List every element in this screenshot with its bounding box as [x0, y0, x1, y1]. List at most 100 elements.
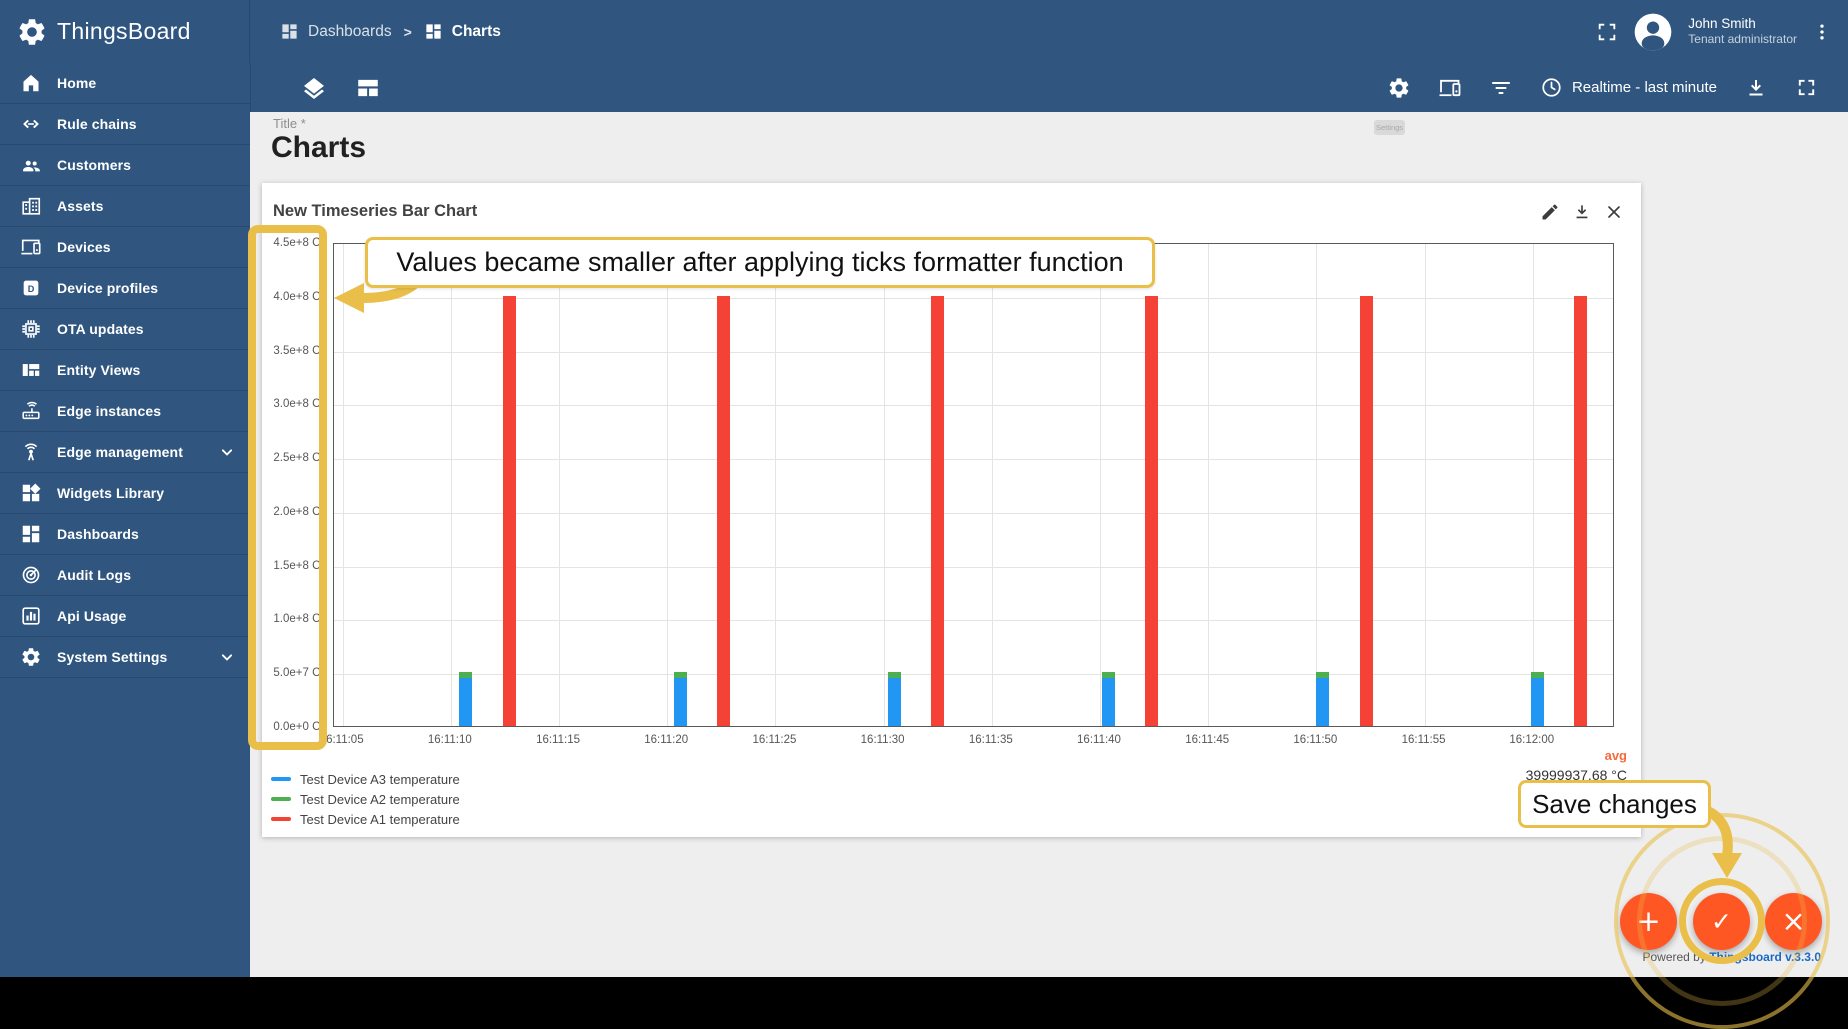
legend-color-dash: [271, 777, 291, 781]
sidebar-item-system-settings[interactable]: System Settings: [0, 637, 250, 678]
x-tick-label: 16:11:40: [1077, 734, 1121, 746]
bar: [931, 295, 945, 726]
sidebar-item-edge-management[interactable]: Edge management: [0, 432, 250, 473]
entity-views-icon: [20, 359, 42, 381]
manage-states-icon[interactable]: [1438, 76, 1462, 100]
x-tick-label: 16:12:00: [1509, 734, 1555, 746]
widget-download-icon[interactable]: [1572, 202, 1592, 222]
layers-icon[interactable]: [301, 75, 327, 101]
apply-changes-button[interactable]: ✓: [1693, 893, 1750, 950]
legend-label: Test Device A3 temperature: [300, 771, 460, 787]
timewindow-button[interactable]: Realtime - last minute: [1540, 76, 1717, 99]
thingsboard-version-link[interactable]: Thingsboard v.3.3.0: [1709, 950, 1821, 964]
plot-area: [333, 243, 1614, 727]
legend-item[interactable]: Test Device A3 temperature: [271, 769, 460, 789]
breadcrumb-charts[interactable]: Charts: [424, 22, 501, 41]
sidebar-item-ota-updates[interactable]: OTA updates: [0, 309, 250, 350]
sidebar-item-customers[interactable]: Customers: [0, 145, 250, 186]
sidebar-item-dashboards[interactable]: Dashboards: [0, 514, 250, 555]
user-info[interactable]: John Smith Tenant administrator: [1688, 15, 1797, 48]
powered-by-text: Powered by: [1642, 950, 1706, 964]
legend-item[interactable]: Test Device A1 temperature: [271, 809, 460, 829]
y-gridline: [334, 297, 1613, 299]
audit-logs-icon: [20, 564, 42, 586]
breadcrumb-dashboards[interactable]: Dashboards: [280, 22, 392, 41]
bar: [1102, 677, 1116, 726]
sidebar-item-edge-instances[interactable]: Edge instances: [0, 391, 250, 432]
kebab-menu-icon[interactable]: [1812, 22, 1832, 42]
export-download-icon[interactable]: [1744, 76, 1768, 100]
x-tick-label: 16:11:15: [536, 734, 580, 746]
x-tick-label: 16:11:30: [860, 734, 905, 746]
sidebar-item-widgets-library[interactable]: Widgets Library: [0, 473, 250, 514]
aggregation-block: avg 39999937.68 °C: [1526, 748, 1627, 783]
bar: [1573, 295, 1587, 726]
legend-label: Test Device A1 temperature: [300, 811, 460, 827]
y-gridline: [334, 405, 1613, 407]
x-gridline: [559, 244, 561, 726]
yaxis-highlight-box: [248, 225, 327, 750]
ota-updates-icon: [20, 318, 42, 340]
x-gridline: [450, 244, 452, 726]
widgets-library-icon: [20, 482, 42, 504]
thingsboard-logo-icon: [16, 16, 48, 48]
timewindow-label: Realtime - last minute: [1571, 79, 1717, 96]
dashboard-layout-icon[interactable]: [355, 75, 381, 101]
sidebar-item-assets[interactable]: Assets: [0, 186, 250, 227]
thingsboard-logo[interactable]: ThingsBoard: [0, 0, 250, 63]
sidebar-item-device-profiles[interactable]: D Device profiles: [0, 268, 250, 309]
dashboard-settings-gear-icon[interactable]: [1387, 76, 1411, 100]
svg-text:D: D: [28, 284, 35, 294]
widget-close-icon[interactable]: [1604, 202, 1624, 222]
sidebar-item-api-usage[interactable]: Api Usage: [0, 596, 250, 637]
fullscreen-icon[interactable]: [1596, 21, 1618, 43]
devices-icon: [20, 236, 42, 258]
y-gridline: [334, 620, 1613, 622]
discard-changes-button[interactable]: ×: [1765, 893, 1822, 950]
add-widget-button[interactable]: +: [1620, 893, 1677, 950]
bar: [502, 295, 516, 726]
dashboard-icon: [280, 22, 299, 41]
avatar[interactable]: [1633, 12, 1673, 52]
legend-color-dash: [271, 817, 291, 821]
bar: [1530, 677, 1544, 726]
bar: [887, 677, 901, 726]
bottom-letterbox: [0, 977, 1848, 1009]
sidebar-item-audit-logs[interactable]: Audit Logs: [0, 555, 250, 596]
x-gridline: [1208, 244, 1210, 726]
bar: [1316, 677, 1330, 726]
user-role: Tenant administrator: [1688, 32, 1797, 47]
sidebar-item-rule-chains[interactable]: Rule chains: [0, 104, 250, 145]
api-usage-icon: [20, 605, 42, 627]
check-icon: ✓: [1711, 907, 1732, 936]
clock-icon: [1540, 76, 1563, 99]
x-tick-label: 16:11:55: [1401, 734, 1446, 746]
y-gridline: [334, 459, 1613, 461]
x-tick-label: 16:11:10: [427, 734, 472, 746]
toolbar-left: [301, 75, 381, 101]
x-gridline: [1424, 244, 1426, 726]
dashboards-icon: [20, 523, 42, 545]
x-tick-label: 16:11:25: [752, 734, 797, 746]
filter-icon[interactable]: [1489, 76, 1513, 100]
sidebar-item-entity-views[interactable]: Entity Views: [0, 350, 250, 391]
title-field-label: Title *: [273, 116, 306, 131]
sidebar-item-home[interactable]: Home: [0, 63, 250, 104]
x-gridline: [883, 244, 885, 726]
home-icon: [20, 72, 42, 94]
y-gridline: [334, 674, 1613, 676]
edge-instances-icon: [20, 400, 42, 422]
fullscreen-dashboard-icon[interactable]: [1795, 76, 1818, 99]
breadcrumb-separator: >: [403, 23, 412, 40]
edit-pencil-icon[interactable]: [1540, 202, 1560, 222]
x-tick-label: 16:11:50: [1293, 734, 1338, 746]
bar: [459, 677, 473, 726]
legend-label: Test Device A2 temperature: [300, 791, 460, 807]
breadcrumb-current-label: Charts: [451, 22, 501, 40]
widget-title: New Timeseries Bar Chart: [273, 202, 478, 220]
legend-item[interactable]: Test Device A2 temperature: [271, 789, 460, 809]
bar: [1145, 295, 1159, 726]
sidebar-item-devices[interactable]: Devices: [0, 227, 250, 268]
chevron-down-icon: [217, 647, 237, 667]
x-gridline: [342, 244, 344, 726]
